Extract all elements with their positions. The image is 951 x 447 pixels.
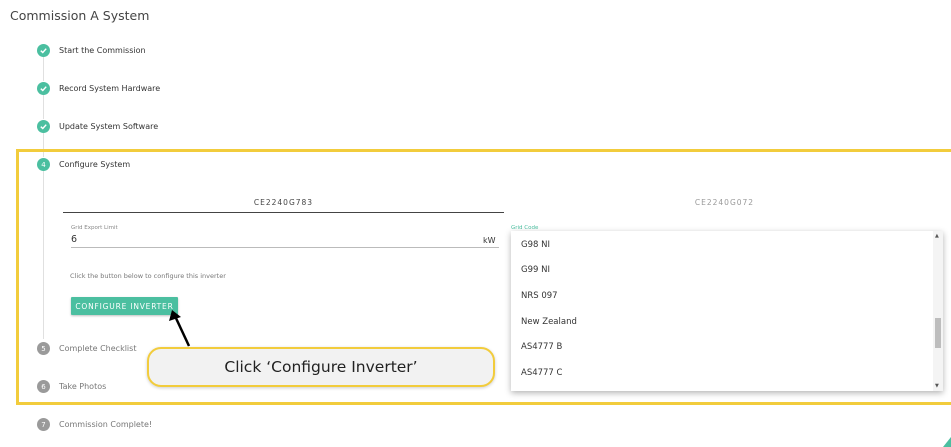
grid-code-dropdown[interactable]: G98 NI G99 NI NRS 097 New Zealand AS4777… <box>511 231 943 391</box>
step-label: Update System Software <box>59 122 159 131</box>
tab-active-indicator <box>63 212 504 213</box>
step-record-hardware[interactable]: Record System Hardware <box>37 82 160 95</box>
grid-export-underline <box>71 247 499 248</box>
step-label: Configure System <box>59 160 131 169</box>
dropdown-option[interactable]: AS4777 C <box>521 368 562 378</box>
step-update-software[interactable]: Update System Software <box>37 120 158 133</box>
step-complete-checklist[interactable]: 5 Complete Checklist <box>37 342 136 355</box>
tutorial-callout: Click ‘Configure Inverter’ <box>147 347 495 387</box>
dropdown-option[interactable]: AS4777 B <box>521 342 562 352</box>
step-label: Start the Commission <box>59 46 146 55</box>
grid-export-unit: kW <box>483 236 496 245</box>
tab-inverter-1[interactable]: CE2240G783 <box>63 198 504 207</box>
step-start-commission[interactable]: Start the Commission <box>37 44 146 57</box>
step-configure-system[interactable]: 4 Configure System <box>37 158 130 171</box>
check-circle-icon <box>37 120 50 133</box>
step-number-badge: 6 <box>37 380 50 393</box>
scrollbar-thumb[interactable] <box>935 318 941 348</box>
step-connector <box>43 95 44 119</box>
pointer-arrow-icon <box>169 310 191 347</box>
scroll-up-arrow-icon[interactable]: ▲ <box>935 233 939 239</box>
scroll-down-arrow-icon[interactable]: ▼ <box>935 383 939 389</box>
step-number-badge: 5 <box>37 342 50 355</box>
step-number-badge: 7 <box>37 418 50 431</box>
corner-mark-icon <box>943 437 951 447</box>
step-label: Record System Hardware <box>59 84 161 93</box>
dropdown-option[interactable]: G99 NI <box>521 265 550 275</box>
tab-inverter-2[interactable]: CE2240G072 <box>504 198 945 207</box>
dropdown-option[interactable]: NRS 097 <box>521 291 558 301</box>
step-take-photos[interactable]: 6 Take Photos <box>37 380 106 393</box>
configure-inverter-button[interactable]: CONFIGURE INVERTER <box>71 297 178 315</box>
dropdown-option[interactable]: G98 NI <box>521 240 550 250</box>
check-circle-icon <box>37 82 50 95</box>
configure-hint: Click the button below to configure this… <box>70 272 226 280</box>
check-circle-icon <box>37 44 50 57</box>
step-commission-complete[interactable]: 7 Commission Complete! <box>37 418 152 431</box>
step-label: Take Photos <box>59 382 107 391</box>
grid-export-label: Grid Export Limit <box>71 225 118 231</box>
dropdown-option[interactable]: New Zealand <box>521 317 577 327</box>
step-number-badge: 4 <box>37 158 50 171</box>
step-label: Complete Checklist <box>59 344 137 353</box>
grid-export-input[interactable]: 6 <box>71 234 77 245</box>
dropdown-scrollbar[interactable]: ▲ ▼ <box>933 231 943 391</box>
page-title: Commission A System <box>10 8 150 23</box>
step-label: Commission Complete! <box>59 420 153 429</box>
step-connector <box>43 57 44 81</box>
